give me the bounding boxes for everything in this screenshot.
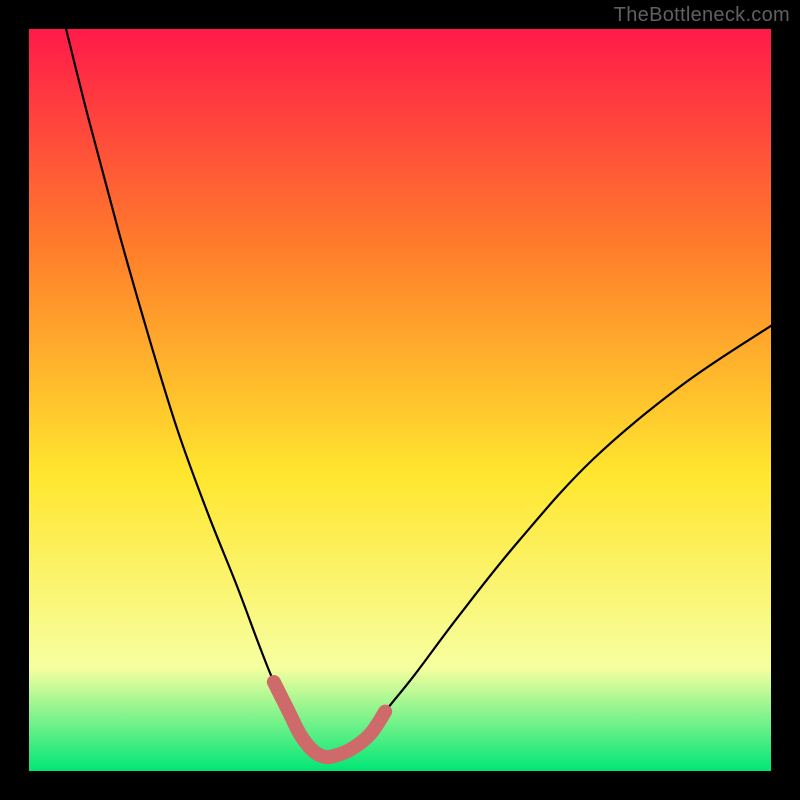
chart-svg (29, 29, 771, 771)
chart-plot (29, 29, 771, 771)
chart-background (29, 29, 771, 771)
watermark-text: TheBottleneck.com (614, 4, 790, 27)
chart-page: TheBottleneck.com (0, 0, 800, 800)
